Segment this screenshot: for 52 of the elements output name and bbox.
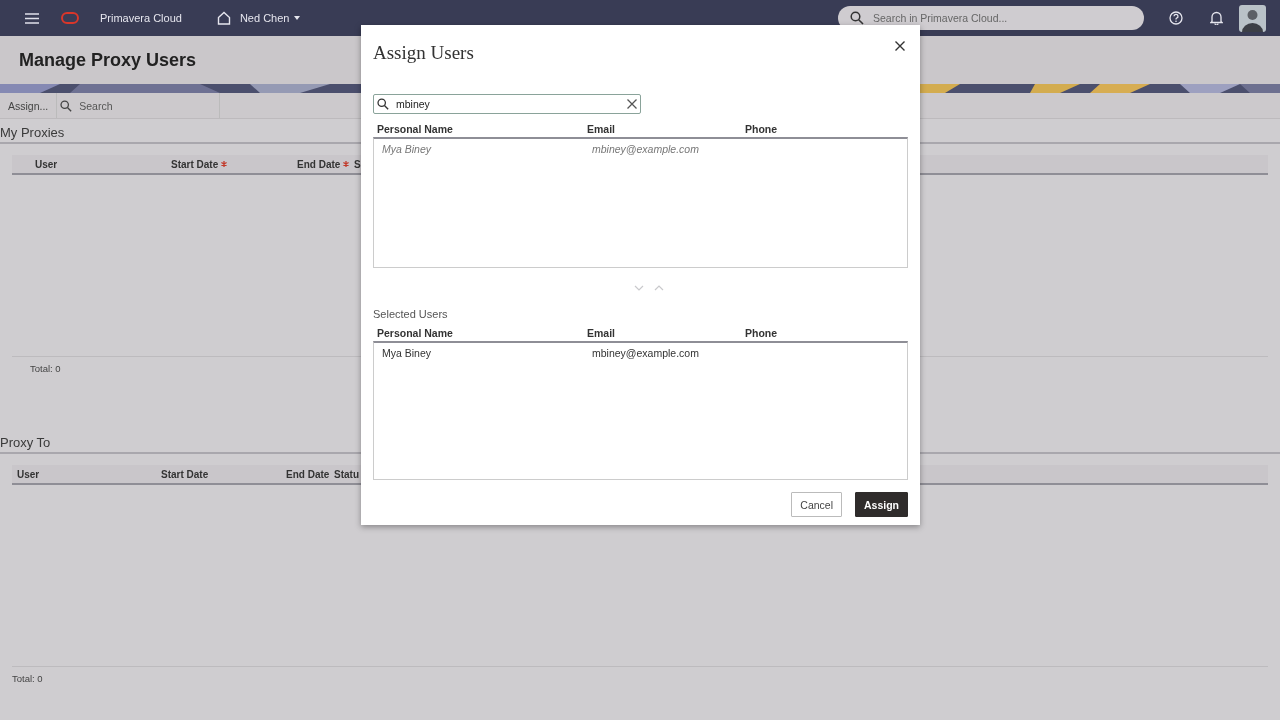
- close-icon: [627, 99, 637, 109]
- column-header: Email: [587, 123, 616, 135]
- column-header: User: [35, 158, 58, 170]
- column-header: Phone: [745, 327, 779, 339]
- chevron-up-icon: [653, 285, 664, 291]
- clear-button[interactable]: [627, 99, 637, 109]
- chevron-down-icon: [633, 285, 644, 291]
- assign-button[interactable]: Assign: [855, 492, 908, 517]
- avatar-icon: [1239, 4, 1266, 32]
- user-email: mbiney@example.com: [592, 143, 700, 155]
- total-count: Total: 0: [30, 363, 61, 374]
- column-header: Start Date: [161, 468, 209, 480]
- caret-icon: [294, 16, 301, 20]
- close-button[interactable]: [895, 41, 905, 51]
- menu-button[interactable]: [25, 12, 39, 24]
- user-name[interactable]: Mya Biney: [382, 347, 592, 359]
- column-header: Phone: [745, 123, 779, 135]
- cancel-button[interactable]: Cancel: [791, 492, 842, 517]
- required-icon: [343, 160, 350, 167]
- column-header: Start Date: [171, 158, 219, 170]
- column-header: User: [17, 468, 40, 480]
- bell-icon: [1210, 11, 1223, 25]
- column-header: End Date: [286, 468, 330, 480]
- page-title: Manage Proxy Users: [19, 49, 197, 71]
- search-icon: [60, 100, 73, 112]
- section-label: Selected Users: [373, 308, 449, 320]
- column-header: Personal Name: [377, 123, 454, 135]
- required-icon: [221, 160, 228, 167]
- search-field[interactable]: mbiney: [373, 94, 641, 114]
- app-name: Primavera Cloud: [100, 12, 182, 24]
- total-count: Total: 0: [12, 673, 43, 684]
- column-header: Personal Name: [377, 327, 454, 339]
- user-email: mbiney@example.com: [592, 347, 700, 359]
- workspace-menu[interactable]: Ned Chen: [239, 12, 301, 24]
- home-button[interactable]: [216, 11, 231, 25]
- search-icon: [850, 11, 864, 25]
- menu-icon: [25, 12, 39, 24]
- help-button[interactable]: [1169, 11, 1183, 25]
- help-icon: [1169, 11, 1183, 25]
- dialog-title: Assign Users: [373, 41, 474, 64]
- column-header: Statu: [334, 468, 359, 480]
- column-header: Email: [587, 327, 616, 339]
- column-header: S: [354, 158, 361, 170]
- user-name[interactable]: Mya Biney: [382, 143, 592, 155]
- column-header: End Date: [297, 158, 341, 170]
- avatar-button[interactable]: [1239, 4, 1266, 32]
- logo-icon: [61, 12, 79, 24]
- home-icon: [216, 11, 231, 25]
- close-icon: [895, 41, 905, 51]
- search-icon: [377, 98, 389, 110]
- notifications-button[interactable]: [1210, 11, 1223, 25]
- global-search-field[interactable]: Search in Primavera Cloud...: [838, 6, 1144, 30]
